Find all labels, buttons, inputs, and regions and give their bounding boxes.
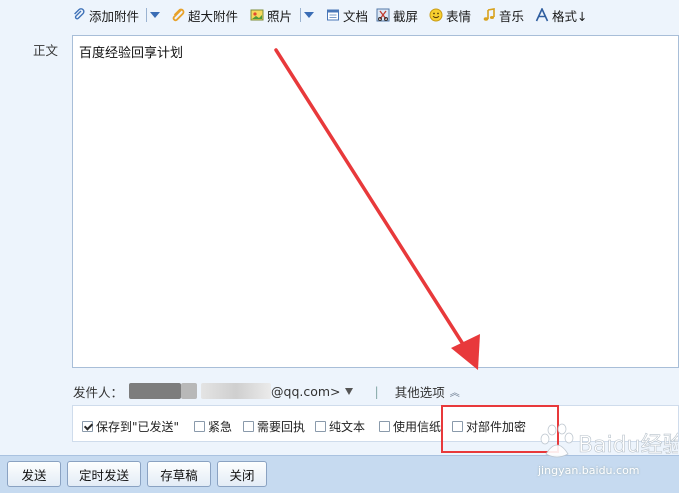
other-options-link[interactable]: 其他选项 bbox=[395, 382, 445, 401]
baidu-paw-logo: Baidu经验 bbox=[540, 423, 679, 458]
option-save-to-sent[interactable]: 保存到"已发送" bbox=[82, 418, 179, 435]
toolbar-separator bbox=[300, 8, 301, 22]
body-label: 正文 bbox=[33, 43, 59, 58]
chevron-down-icon bbox=[304, 12, 314, 18]
plain-text-checkbox[interactable] bbox=[315, 421, 326, 432]
save-draft-button[interactable]: 存草稿 bbox=[147, 461, 211, 487]
sender-label: 发件人： bbox=[73, 384, 124, 400]
chevron-up-icon[interactable]: ︽ bbox=[450, 384, 460, 399]
music-button[interactable]: 音乐 bbox=[482, 6, 524, 24]
message-body-text[interactable]: 百度经验回享计划 bbox=[79, 42, 183, 61]
svg-text:Baidu经验: Baidu经验 bbox=[578, 433, 678, 458]
font-format-icon bbox=[535, 7, 549, 22]
sender-name-redacted bbox=[181, 383, 198, 399]
option-use-stationery[interactable]: 使用信纸 bbox=[379, 418, 441, 435]
message-body-editor[interactable]: 百度经验回享计划 bbox=[72, 35, 679, 368]
option-plain-text[interactable]: 纯文本 bbox=[315, 418, 365, 435]
screenshot-icon bbox=[376, 8, 390, 22]
sender-email-redacted bbox=[201, 383, 272, 399]
photo-icon bbox=[250, 8, 264, 22]
send-button[interactable]: 发送 bbox=[7, 461, 61, 487]
attachment-dropdown-button[interactable] bbox=[150, 6, 160, 24]
smiley-icon bbox=[429, 8, 443, 22]
need-receipt-checkbox[interactable] bbox=[243, 421, 254, 432]
format-button[interactable]: 格式↓ bbox=[535, 6, 587, 24]
watermark-url: jingyan.baidu.com bbox=[538, 464, 640, 477]
option-urgent[interactable]: 紧急 bbox=[194, 418, 232, 435]
baidu-jingyan-watermark: Baidu经验 jingyan.baidu.com bbox=[528, 420, 679, 492]
document-button[interactable]: 文档 bbox=[326, 6, 368, 24]
large-paperclip-icon bbox=[171, 8, 185, 22]
paperclip-icon bbox=[72, 8, 86, 22]
music-note-icon bbox=[482, 8, 496, 22]
toolbar-separator bbox=[146, 8, 147, 22]
use-stationery-checkbox[interactable] bbox=[379, 421, 390, 432]
photo-button[interactable]: 照片 bbox=[250, 6, 292, 24]
photo-dropdown-button[interactable] bbox=[304, 6, 314, 24]
compose-toolbar: 添加附件 超大附件 照片 文档 截屏 表情 音乐 格式↓ bbox=[0, 0, 679, 32]
sender-email-suffix: @qq.com> bbox=[271, 383, 341, 399]
sender-row: 发件人： @qq.com> | 其他选项 ︽ bbox=[73, 382, 460, 401]
option-need-receipt[interactable]: 需要回执 bbox=[243, 418, 305, 435]
close-button[interactable]: 关闭 bbox=[217, 461, 267, 487]
large-attachment-button[interactable]: 超大附件 bbox=[171, 6, 238, 24]
document-icon bbox=[326, 8, 340, 22]
add-attachment-button[interactable]: 添加附件 bbox=[72, 6, 139, 24]
urgent-checkbox[interactable] bbox=[194, 421, 205, 432]
sender-dropdown-icon[interactable] bbox=[344, 387, 353, 395]
screenshot-button[interactable]: 截屏 bbox=[376, 6, 418, 24]
chevron-down-icon bbox=[150, 12, 160, 18]
emoji-button[interactable]: 表情 bbox=[429, 6, 471, 24]
sender-name-redacted bbox=[129, 383, 182, 399]
scheduled-send-button[interactable]: 定时发送 bbox=[67, 461, 141, 487]
save-to-sent-checkbox[interactable] bbox=[82, 421, 93, 432]
divider: | bbox=[374, 383, 379, 399]
